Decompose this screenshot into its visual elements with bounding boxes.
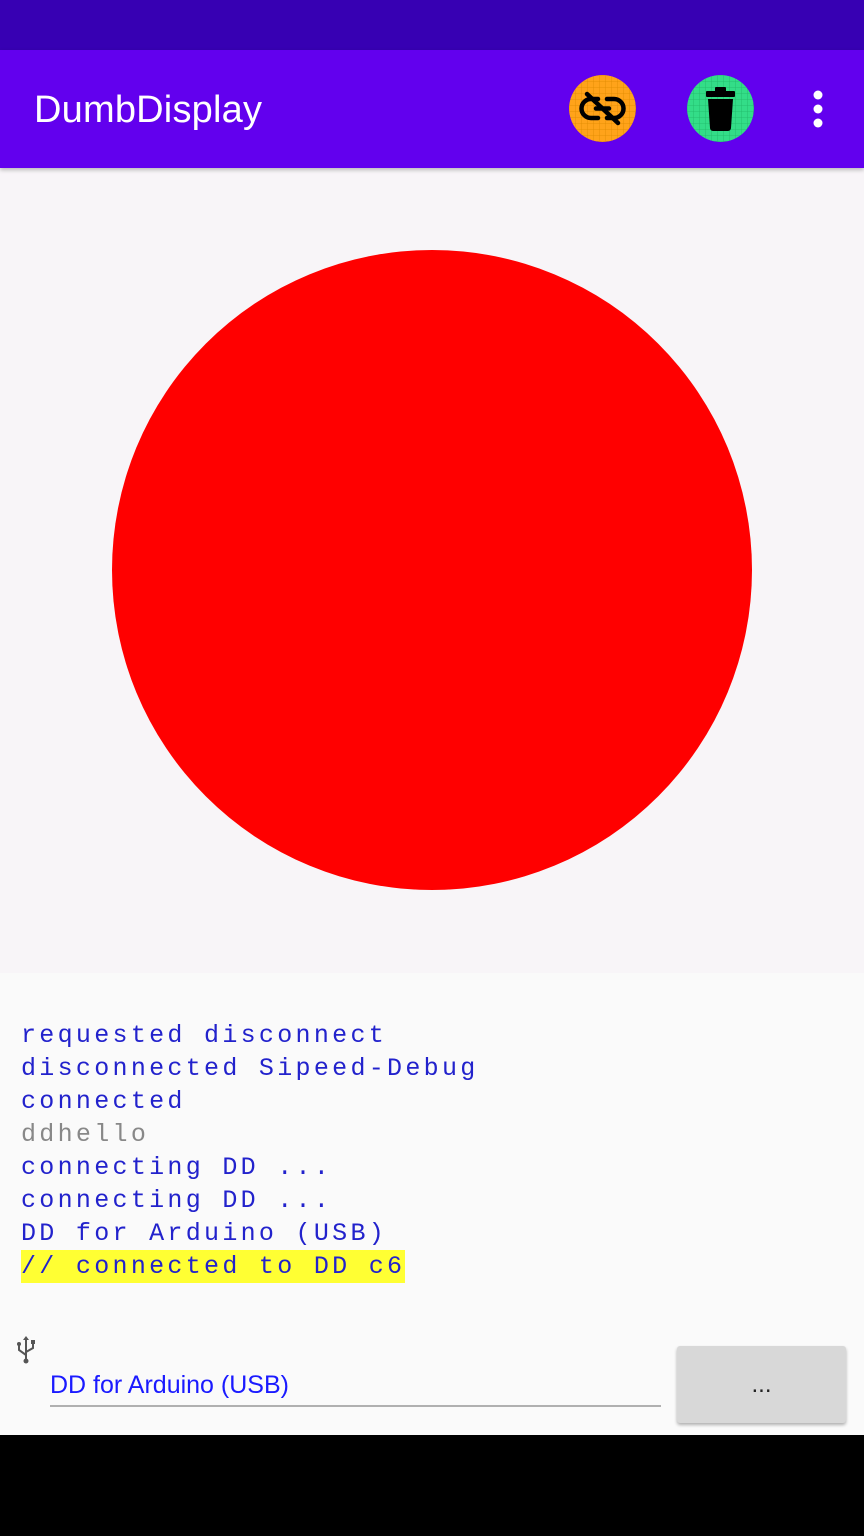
log-line-highlighted: // connected to DD c6 bbox=[21, 1250, 406, 1283]
app-title: DumbDisplay bbox=[34, 89, 263, 131]
more-vert-icon bbox=[813, 90, 823, 128]
link-off-icon bbox=[569, 75, 636, 142]
log-panel: requested disconnect disconnected Sipeed… bbox=[0, 973, 864, 1435]
canvas-drawing bbox=[112, 250, 752, 890]
clear-button[interactable] bbox=[687, 75, 754, 142]
log-line: disconnected Sipeed-Debug bbox=[21, 1054, 479, 1083]
log-line: connecting DD ... bbox=[21, 1186, 333, 1215]
status-bar bbox=[0, 0, 864, 50]
log-line: DD for Arduino (USB) bbox=[21, 1219, 388, 1248]
display-canvas[interactable] bbox=[0, 168, 864, 973]
red-circle bbox=[112, 250, 752, 890]
screen: DumbDisplay requested disconnect disconn… bbox=[0, 0, 864, 1536]
log-line: requested disconnect bbox=[21, 1021, 388, 1050]
trash-icon bbox=[687, 75, 754, 142]
app-bar: DumbDisplay bbox=[0, 50, 864, 168]
log-lines: requested disconnect disconnected Sipeed… bbox=[21, 1019, 479, 1283]
navigation-bar bbox=[0, 1435, 864, 1536]
log-line: connecting DD ... bbox=[21, 1153, 333, 1182]
usb-icon bbox=[17, 1336, 35, 1364]
log-line: ddhello bbox=[21, 1120, 150, 1149]
disconnect-button[interactable] bbox=[569, 75, 636, 142]
log-line: connected bbox=[21, 1087, 186, 1116]
log-line: // connected to DD c6 bbox=[21, 1250, 479, 1283]
more-options-button[interactable]: ... bbox=[677, 1346, 846, 1423]
overflow-menu-button[interactable] bbox=[798, 84, 838, 134]
device-name-field[interactable]: DD for Arduino (USB) bbox=[50, 1363, 661, 1407]
